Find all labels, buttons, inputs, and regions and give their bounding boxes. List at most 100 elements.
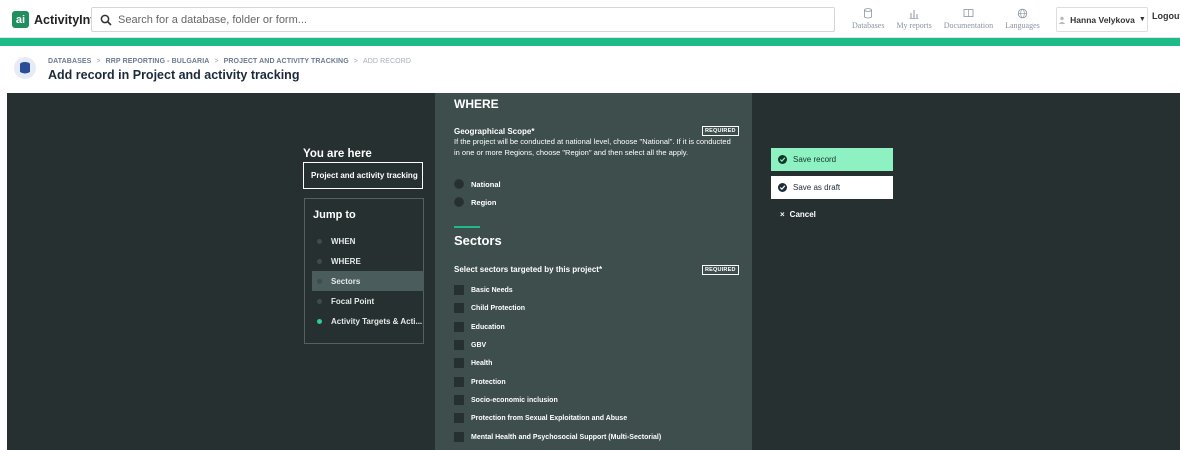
radio-national[interactable]: National bbox=[454, 179, 501, 189]
draft-circle-icon bbox=[778, 183, 787, 192]
checkbox[interactable] bbox=[454, 303, 464, 313]
checkbox-label: Basic Needs bbox=[471, 286, 513, 294]
form-panel: WHERE Geographical Scope* REQUIRED If th… bbox=[435, 93, 752, 450]
radio-label: National bbox=[471, 179, 501, 189]
radio-button[interactable] bbox=[454, 179, 464, 189]
accent-stripe bbox=[0, 38, 1180, 46]
search-box[interactable] bbox=[91, 7, 835, 32]
section-title-where: WHERE bbox=[454, 97, 499, 111]
current-form-label[interactable]: Project and activity tracking bbox=[303, 162, 423, 189]
breadcrumb-add-record: ADD RECORD bbox=[362, 58, 412, 65]
checkbox-label: Mental Health and Psychosocial Support (… bbox=[471, 433, 662, 441]
nav-my-reports[interactable]: My reports bbox=[890, 4, 937, 34]
jump-item-label: Activity Targets & Acti... bbox=[331, 316, 423, 326]
logout-link[interactable]: Logout bbox=[1152, 11, 1180, 21]
breadcrumb-databases[interactable]: DATABASES bbox=[48, 58, 91, 65]
top-bar: ai ActivityInfo Databases My reports bbox=[0, 0, 1180, 38]
breadcrumb-separator: > bbox=[214, 58, 219, 65]
nav-label: Databases bbox=[852, 21, 885, 30]
jump-item-focal-point[interactable]: Focal Point bbox=[312, 291, 424, 311]
jump-item-label: WHEN bbox=[331, 236, 356, 246]
breadcrumb-separator: > bbox=[353, 58, 358, 65]
status-dot-icon bbox=[317, 238, 322, 244]
complete-dot-icon bbox=[317, 318, 322, 324]
checkbox[interactable] bbox=[454, 432, 464, 442]
required-badge: REQUIRED bbox=[702, 265, 739, 275]
checkbox-protection[interactable]: Protection bbox=[454, 377, 506, 387]
close-icon: × bbox=[780, 210, 785, 219]
database-icon bbox=[864, 8, 873, 19]
jump-item-label: Sectors bbox=[331, 276, 361, 286]
checkbox[interactable] bbox=[454, 322, 464, 332]
sectors-label: Select sectors targeted by this project* bbox=[454, 265, 603, 274]
status-dot-icon bbox=[317, 258, 322, 264]
radio-region[interactable]: Region bbox=[454, 197, 496, 207]
search-icon bbox=[100, 14, 112, 26]
jump-item-where[interactable]: WHERE bbox=[312, 251, 424, 271]
checkbox-label: Education bbox=[471, 323, 505, 331]
nav-languages[interactable]: Languages bbox=[999, 4, 1046, 34]
section-divider bbox=[454, 226, 480, 228]
save-record-button[interactable]: Save record bbox=[771, 148, 893, 171]
checkbox[interactable] bbox=[454, 395, 464, 405]
checkbox-mhpss[interactable]: Mental Health and Psychosocial Support (… bbox=[454, 432, 661, 442]
checkbox[interactable] bbox=[454, 358, 464, 368]
check-circle-icon bbox=[778, 155, 787, 164]
breadcrumb-separator: > bbox=[96, 58, 101, 65]
checkbox-education[interactable]: Education bbox=[454, 322, 505, 332]
checkbox-label: Child Protection bbox=[471, 304, 526, 312]
checkbox[interactable] bbox=[454, 340, 464, 350]
checkbox[interactable] bbox=[454, 413, 464, 423]
top-nav: Databases My reports Documentation Langu… bbox=[846, 4, 1046, 34]
checkbox-label: Socio-economic inclusion bbox=[471, 396, 558, 404]
activityinfo-logo-icon: ai bbox=[12, 11, 29, 28]
cancel-button[interactable]: × Cancel bbox=[780, 210, 816, 219]
checkbox[interactable] bbox=[454, 285, 464, 295]
bar-chart-icon bbox=[909, 10, 919, 19]
radio-label: Region bbox=[471, 197, 497, 207]
jump-item-when[interactable]: WHEN bbox=[312, 231, 424, 251]
database-icon bbox=[14, 57, 36, 79]
checkbox-psea[interactable]: Protection from Sexual Exploitation and … bbox=[454, 413, 627, 423]
status-dot-icon bbox=[317, 298, 322, 304]
checkbox-label: Health bbox=[471, 359, 493, 367]
nav-label: Documentation bbox=[943, 21, 994, 30]
checkbox-basic-needs[interactable]: Basic Needs bbox=[454, 285, 513, 295]
save-draft-label: Save as draft bbox=[793, 183, 841, 192]
globe-icon bbox=[1017, 8, 1028, 19]
you-are-here-heading: You are here bbox=[303, 148, 372, 160]
radio-button[interactable] bbox=[454, 197, 464, 207]
jump-to-heading: Jump to bbox=[313, 209, 356, 221]
required-badge: REQUIRED bbox=[702, 126, 739, 136]
jump-item-label: Focal Point bbox=[331, 296, 375, 306]
breadcrumb-project-tracking[interactable]: PROJECT AND ACTIVITY TRACKING bbox=[224, 58, 349, 65]
user-menu-button[interactable]: Hanna Velykova ▼ bbox=[1056, 7, 1148, 32]
search-input[interactable] bbox=[118, 13, 818, 26]
book-icon bbox=[963, 9, 974, 17]
nav-label: My reports bbox=[896, 21, 932, 30]
checkbox-socio-economic-inclusion[interactable]: Socio-economic inclusion bbox=[454, 395, 558, 405]
jump-item-label: WHERE bbox=[331, 256, 361, 266]
checkbox[interactable] bbox=[454, 377, 464, 387]
breadcrumb-rrp-reporting[interactable]: RRP REPORTING - BULGARIA bbox=[106, 58, 210, 65]
user-icon bbox=[1058, 16, 1066, 24]
user-name: Hanna Velykova bbox=[1070, 14, 1135, 25]
section-title-sectors: Sectors bbox=[454, 233, 502, 248]
status-dot-icon bbox=[317, 278, 322, 284]
jump-item-sectors[interactable]: Sectors bbox=[312, 271, 424, 291]
page-title: Add record in Project and activity track… bbox=[48, 68, 300, 82]
nav-documentation[interactable]: Documentation bbox=[938, 4, 999, 34]
nav-databases[interactable]: Databases bbox=[846, 4, 890, 34]
chevron-down-icon: ▼ bbox=[1138, 16, 1146, 23]
geo-scope-description: If the project will be conducted at nati… bbox=[454, 137, 731, 157]
jump-to-panel: Jump to WHEN WHERE Sectors Focal Point A… bbox=[304, 198, 424, 344]
save-draft-button[interactable]: Save as draft bbox=[771, 176, 893, 199]
checkbox-child-protection[interactable]: Child Protection bbox=[454, 303, 525, 313]
geo-scope-label: Geographical Scope* bbox=[454, 127, 535, 136]
app-logo[interactable]: ai ActivityInfo bbox=[12, 11, 102, 28]
checkbox-health[interactable]: Health bbox=[454, 358, 492, 368]
checkbox-gbv[interactable]: GBV bbox=[454, 340, 486, 350]
nav-label: Languages bbox=[1005, 21, 1040, 30]
jump-item-activity-targets[interactable]: Activity Targets & Acti... bbox=[312, 311, 424, 331]
save-record-label: Save record bbox=[793, 155, 837, 164]
